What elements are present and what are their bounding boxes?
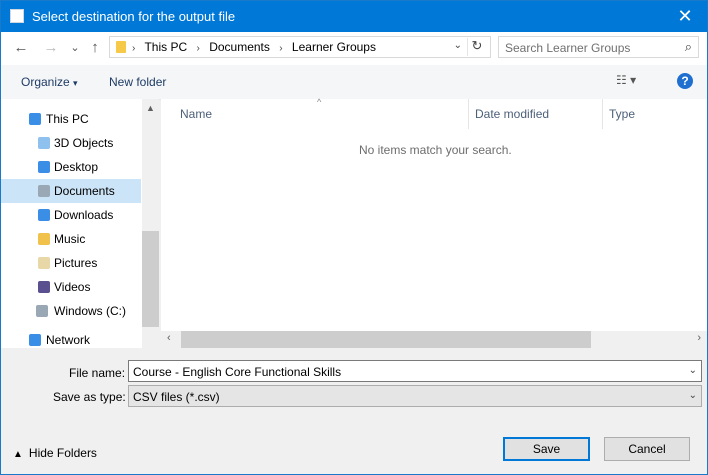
sidebar-scroll-thumb[interactable] bbox=[142, 231, 159, 327]
pictures-folder-icon bbox=[38, 257, 50, 269]
sidebar-scrollbar[interactable]: ▲ bbox=[142, 99, 159, 348]
hide-folders-button[interactable]: ▲ Hide Folders bbox=[13, 446, 97, 460]
column-label: Date modified bbox=[475, 107, 550, 121]
new-folder-button[interactable]: New folder bbox=[109, 75, 166, 89]
breadcrumb-separator: › bbox=[279, 43, 283, 54]
address-dropdown-icon[interactable]: ⌄ bbox=[454, 40, 462, 51]
sidebar-item-label: Network bbox=[46, 333, 91, 347]
file-name-label: File name: bbox=[69, 366, 126, 380]
sidebar-item-label: Documents bbox=[54, 184, 115, 198]
downloads-folder-icon bbox=[38, 209, 50, 221]
search-input[interactable]: Search Learner Groups ⌕ bbox=[498, 36, 699, 58]
column-header-date-modified[interactable]: Date modified bbox=[469, 99, 602, 129]
music-folder-icon bbox=[38, 233, 50, 245]
save-form: File name: Course - English Core Functio… bbox=[1, 349, 707, 409]
save-type-dropdown-icon[interactable]: ⌄ bbox=[689, 390, 697, 401]
save-dialog: Select destination for the output file ✕… bbox=[0, 0, 708, 475]
recent-locations-button[interactable]: ⌄ bbox=[65, 38, 85, 58]
folder-3d-icon bbox=[38, 137, 50, 149]
search-placeholder: Search Learner Groups bbox=[505, 41, 631, 55]
horizontal-scrollbar[interactable]: ‹ › bbox=[161, 331, 707, 348]
sidebar-item-label: Desktop bbox=[54, 160, 99, 174]
save-type-select[interactable]: CSV files (*.csv) ⌄ bbox=[128, 385, 702, 407]
videos-folder-icon bbox=[38, 281, 50, 293]
sidebar-item-this-pc[interactable]: This PC bbox=[1, 107, 141, 131]
scroll-right-icon[interactable]: › bbox=[697, 332, 701, 344]
command-toolbar: Organize ▾ New folder ☷ ▾ ? bbox=[1, 65, 707, 100]
empty-message: No items match your search. bbox=[359, 143, 512, 157]
sidebar-item-3d-objects[interactable]: 3D Objects bbox=[1, 131, 141, 155]
sidebar-item-label: Music bbox=[54, 232, 86, 246]
forward-button[interactable]: → bbox=[41, 38, 61, 58]
file-name-dropdown-icon[interactable]: ⌄ bbox=[689, 365, 697, 376]
organize-label: Organize bbox=[21, 75, 70, 89]
address-bar[interactable]: › This PC › Documents › Learner Groups ⌄… bbox=[109, 36, 491, 58]
save-type-label: Save as type: bbox=[53, 390, 126, 404]
navigation-pane: This PC 3D Objects Desktop Documents Dow… bbox=[1, 99, 159, 348]
sidebar-item-music[interactable]: Music bbox=[1, 227, 141, 251]
breadcrumb-learner-groups[interactable]: Learner Groups bbox=[292, 40, 376, 54]
refresh-icon[interactable]: ↻ bbox=[467, 38, 486, 56]
column-header-name[interactable]: Name bbox=[161, 99, 468, 129]
save-button[interactable]: Save bbox=[503, 437, 590, 461]
sidebar-item-desktop[interactable]: Desktop bbox=[1, 155, 141, 179]
sidebar-item-label: Windows (C:) bbox=[54, 304, 127, 318]
sidebar-item-network[interactable]: Network bbox=[1, 331, 141, 349]
hide-folders-label: Hide Folders bbox=[28, 446, 97, 460]
view-options-icon[interactable]: ☷ ▾ bbox=[616, 73, 636, 87]
chevron-up-icon: ▲ bbox=[13, 449, 23, 460]
column-header-type[interactable]: Type bbox=[603, 99, 703, 129]
sidebar-item-label: Videos bbox=[54, 280, 91, 294]
back-button[interactable]: ← bbox=[11, 38, 31, 58]
scroll-up-icon[interactable]: ▲ bbox=[146, 103, 155, 113]
file-list: ^ Name Date modified Type No items match… bbox=[161, 97, 707, 348]
help-icon[interactable]: ? bbox=[677, 73, 693, 89]
sidebar-item-documents[interactable]: Documents bbox=[1, 179, 141, 203]
file-name-value[interactable]: Course - English Core Functional Skills bbox=[133, 365, 341, 379]
drive-icon bbox=[36, 305, 48, 317]
save-type-value: CSV files (*.csv) bbox=[133, 390, 220, 404]
sidebar-item-downloads[interactable]: Downloads bbox=[1, 203, 141, 227]
window-title: Select destination for the output file bbox=[32, 9, 236, 24]
app-icon bbox=[10, 9, 24, 23]
breadcrumb-this-pc[interactable]: This PC bbox=[144, 40, 187, 54]
sidebar-item-label: Downloads bbox=[54, 208, 114, 222]
breadcrumb-separator: › bbox=[132, 43, 136, 54]
navigation-bar: ← → ⌄ ↑ › This PC › Documents › Learner … bbox=[1, 32, 707, 65]
sidebar-item-windows-c[interactable]: Windows (C:) bbox=[1, 299, 141, 323]
column-label: Type bbox=[609, 107, 636, 121]
up-button[interactable]: ↑ bbox=[85, 38, 105, 58]
column-label: Name bbox=[180, 107, 213, 121]
cancel-button[interactable]: Cancel bbox=[604, 437, 690, 461]
sidebar-item-label: Pictures bbox=[54, 256, 98, 270]
breadcrumb-separator: › bbox=[196, 43, 200, 54]
network-icon bbox=[29, 334, 41, 346]
close-button[interactable]: ✕ bbox=[663, 1, 707, 32]
breadcrumb: › This PC › Documents › Learner Groups bbox=[132, 40, 382, 54]
organize-arrow-icon: ▾ bbox=[73, 78, 78, 88]
file-name-field[interactable]: Course - English Core Functional Skills … bbox=[128, 360, 702, 382]
folder-icon bbox=[116, 41, 126, 53]
title-bar: Select destination for the output file ✕ bbox=[1, 1, 707, 32]
sidebar-item-label: 3D Objects bbox=[54, 136, 114, 150]
sidebar-item-label: This PC bbox=[46, 112, 89, 126]
desktop-folder-icon bbox=[38, 161, 50, 173]
scroll-left-icon[interactable]: ‹ bbox=[167, 332, 171, 344]
documents-folder-icon bbox=[38, 185, 50, 197]
sidebar-item-videos[interactable]: Videos bbox=[1, 275, 141, 299]
breadcrumb-documents[interactable]: Documents bbox=[209, 40, 270, 54]
sidebar-item-pictures[interactable]: Pictures bbox=[1, 251, 141, 275]
computer-icon bbox=[29, 113, 41, 125]
search-icon[interactable]: ⌕ bbox=[685, 39, 692, 55]
horizontal-scroll-thumb[interactable] bbox=[181, 331, 591, 348]
organize-button[interactable]: Organize ▾ bbox=[21, 75, 78, 89]
